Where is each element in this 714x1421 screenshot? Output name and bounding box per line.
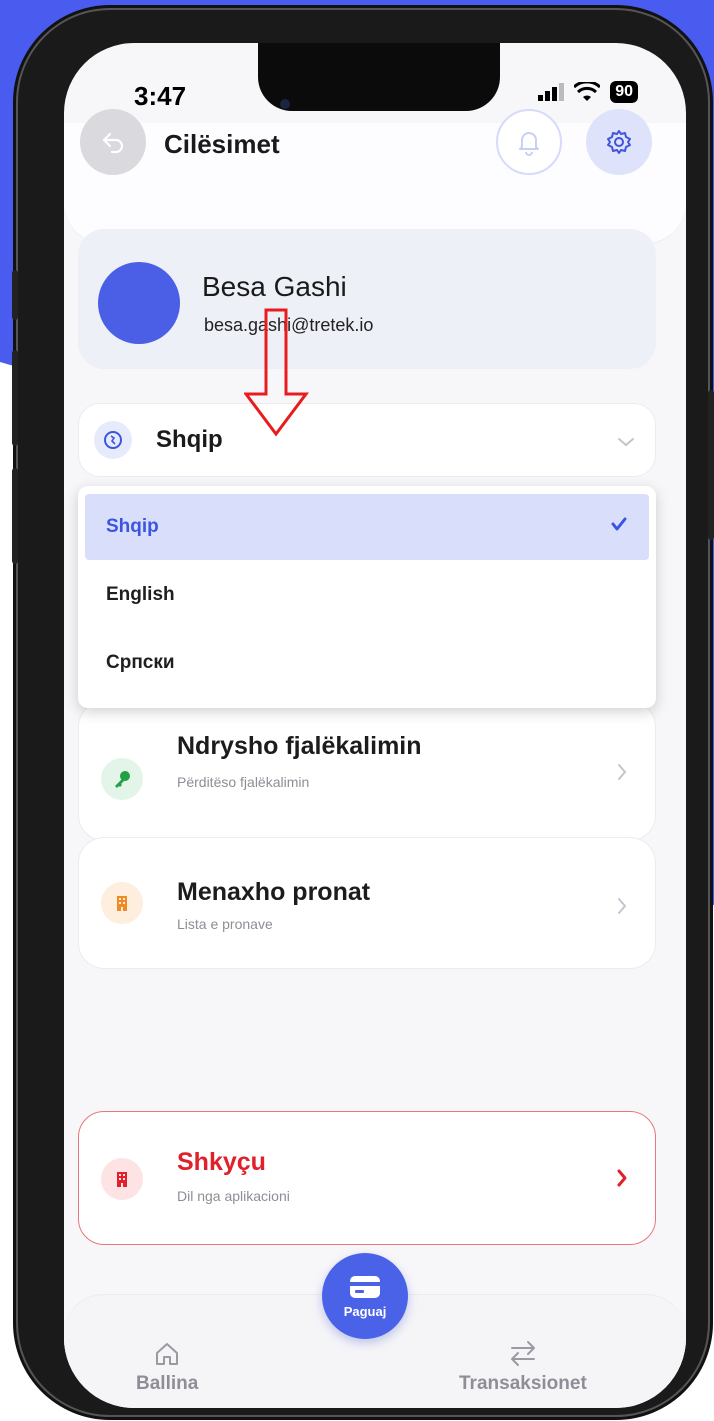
status-icons: 90	[538, 81, 638, 103]
language-option-serbian[interactable]: Српски	[78, 630, 656, 696]
settings-button[interactable]	[586, 109, 652, 175]
bell-icon	[519, 132, 539, 156]
logout-title: Shkyçu	[177, 1148, 266, 1176]
manage-properties-card[interactable]: Menaxho pronat Lista e pronave	[78, 837, 656, 969]
signal-icon	[538, 83, 565, 101]
tab-home-label: Ballina	[136, 1373, 199, 1394]
camera	[280, 99, 290, 109]
tab-home[interactable]: Ballina	[136, 1341, 198, 1395]
logout-card[interactable]: Shkyçu Dil nga aplikacioni	[78, 1111, 656, 1245]
logout-building-icon	[101, 1158, 143, 1200]
globe-icon	[94, 421, 132, 459]
avatar	[98, 262, 180, 344]
back-button[interactable]	[80, 109, 146, 175]
pay-label: Paguaj	[343, 1303, 387, 1319]
chevron-right-icon	[618, 898, 627, 914]
chevron-right-icon	[618, 764, 627, 780]
option-label: English	[106, 584, 175, 605]
option-label: Српски	[106, 652, 175, 673]
card-title: Menaxho pronat	[177, 878, 371, 906]
checkmark-icon	[611, 517, 627, 531]
card-icon	[350, 1275, 380, 1298]
tab-transactions[interactable]: Transaksionet	[459, 1339, 587, 1395]
battery-level: 90	[610, 81, 638, 103]
language-option-shqip[interactable]: Shqip	[85, 494, 649, 560]
language-value: Shqip	[156, 426, 223, 453]
language-dropdown: Shqip English Српски	[78, 486, 656, 708]
status-time: 3:47	[134, 81, 187, 111]
card-subtitle: Përditëso fjalëkalimin	[177, 774, 310, 790]
option-label: Shqip	[106, 516, 159, 537]
chevron-right-icon	[617, 1169, 627, 1187]
language-option-english[interactable]: English	[78, 562, 656, 628]
card-subtitle: Lista e pronave	[177, 916, 273, 932]
gear-icon	[607, 130, 631, 154]
back-arrow-icon	[102, 132, 124, 154]
annotation-arrow-icon	[244, 308, 309, 437]
change-password-card[interactable]: Ndrysho fjalëkalimin Përditëso fjalëkali…	[78, 701, 656, 841]
swap-arrows-icon	[510, 1341, 535, 1366]
profile-name: Besa Gashi	[202, 271, 347, 302]
tab-transactions-label: Transaksionet	[459, 1373, 587, 1394]
notch	[258, 43, 500, 111]
notifications-button[interactable]	[496, 109, 562, 175]
card-title: Ndrysho fjalëkalimin	[177, 732, 422, 760]
app-screen: 3:47 90 Cilësimet Besa Gashi besa.gashi@…	[64, 43, 686, 1408]
key-icon	[101, 758, 143, 800]
page-title: Cilësimet	[164, 129, 280, 159]
building-icon	[101, 882, 143, 924]
pay-button[interactable]: Paguaj	[322, 1253, 408, 1339]
home-icon	[156, 1343, 179, 1365]
wifi-icon	[574, 82, 601, 101]
logout-subtitle: Dil nga aplikacioni	[177, 1188, 290, 1204]
chevron-down-icon	[618, 438, 634, 447]
